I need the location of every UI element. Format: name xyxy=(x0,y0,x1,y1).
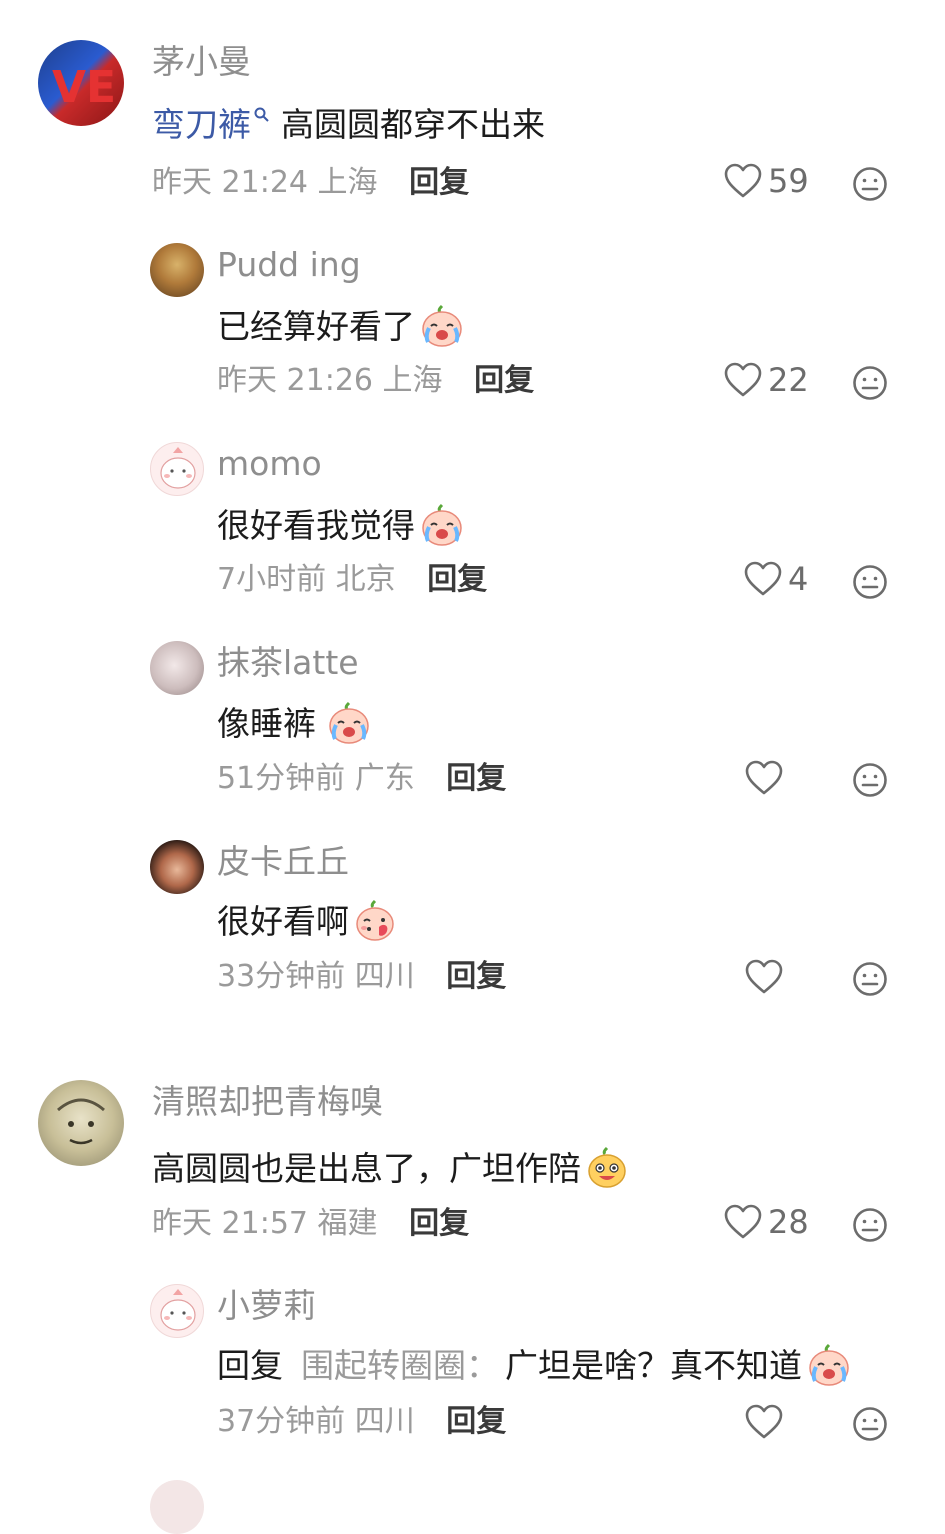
avatar[interactable] xyxy=(150,840,204,894)
reply-username[interactable]: Pudd ing xyxy=(217,248,361,281)
reply-button[interactable]: 回复 xyxy=(409,165,469,200)
crying-face-emoji xyxy=(809,1343,849,1386)
reply-text: 很好看啊 xyxy=(217,899,397,943)
blushing-face-emoji xyxy=(356,899,394,941)
crying-face-emoji xyxy=(422,304,462,347)
heart-outline-icon xyxy=(745,959,783,994)
reply-text: 回复 围起转圈圈： 广坦是啥？真不知道 xyxy=(217,1343,852,1387)
reply-time: 33分钟前 xyxy=(217,959,346,994)
heart-outline-icon xyxy=(724,163,762,198)
heart-outline-icon xyxy=(745,1404,783,1439)
avatar[interactable] xyxy=(150,442,204,496)
heart-outline-icon xyxy=(724,1204,762,1239)
reply-to-username[interactable]: 围起转圈圈： xyxy=(301,1349,499,1382)
crying-face-emoji xyxy=(329,701,369,744)
avatar[interactable]: VE xyxy=(38,40,124,126)
reply-meta: 37分钟前 四川 回复 xyxy=(217,1407,506,1437)
reply-location: 四川 xyxy=(354,1404,415,1439)
reply-body: 已经算好看了 xyxy=(217,306,415,346)
heart-outline-icon xyxy=(724,362,762,397)
reply-time: 51分钟前 xyxy=(217,761,346,796)
comment-text: 弯刀裤 高圆圆都穿不出来 xyxy=(152,106,545,142)
search-icon[interactable] xyxy=(253,106,271,124)
comment-username[interactable]: 清照却把青梅嗅 xyxy=(152,1085,383,1118)
comment-thread: VE 茅小曼 弯刀裤 高圆圆都穿不出来 昨天 21:24 上海 回复 59 Pu… xyxy=(0,0,945,1060)
reply-button[interactable]: 回复 xyxy=(427,562,487,597)
comment-meta: 昨天 21:57 福建 回复 xyxy=(152,1209,469,1239)
reply-text: 很好看我觉得 xyxy=(217,503,465,547)
reply-location: 北京 xyxy=(335,562,396,597)
meh-face-icon[interactable] xyxy=(852,166,888,202)
reply-meta: 昨天 21:26 上海 回复 xyxy=(217,366,534,396)
svg-text:VE: VE xyxy=(52,62,116,113)
comment-text: 高圆圆也是出息了，广坦作陪 xyxy=(152,1146,629,1190)
reply-body: 广坦是啥？真不知道 xyxy=(505,1345,802,1385)
heart-outline-icon xyxy=(744,561,782,596)
reply-time: 昨天 21:26 xyxy=(217,363,373,398)
like-count: 28 xyxy=(768,1203,809,1241)
meh-face-icon[interactable] xyxy=(852,564,888,600)
reply-username[interactable]: 抹茶latte xyxy=(217,646,359,679)
like-count: 22 xyxy=(768,361,809,399)
reply-username[interactable]: momo xyxy=(217,447,322,480)
reply-button[interactable]: 回复 xyxy=(409,1206,469,1241)
reply-location: 广东 xyxy=(354,761,415,796)
like-button[interactable]: 22 xyxy=(724,362,809,398)
crying-face-emoji xyxy=(422,503,462,546)
reply-body: 很好看我觉得 xyxy=(217,505,415,545)
avatar[interactable] xyxy=(150,641,204,695)
reply-location: 上海 xyxy=(382,363,443,398)
avatar[interactable] xyxy=(150,1284,204,1338)
meh-face-icon[interactable] xyxy=(852,1207,888,1243)
avatar[interactable] xyxy=(38,1080,124,1166)
comment-username[interactable]: 茅小曼 xyxy=(152,45,251,78)
avatar[interactable] xyxy=(150,243,204,297)
reply-meta: 33分钟前 四川 回复 xyxy=(217,962,506,992)
meh-face-icon[interactable] xyxy=(852,961,888,997)
like-button[interactable] xyxy=(745,760,783,796)
reply-body: 像睡裤 xyxy=(217,703,316,743)
comment-time: 昨天 21:24 xyxy=(152,165,308,200)
like-count: 59 xyxy=(768,162,809,200)
like-count: 4 xyxy=(788,560,809,598)
comment-location: 福建 xyxy=(317,1206,378,1241)
reply-text: 已经算好看了 xyxy=(217,304,465,348)
comment-location: 上海 xyxy=(317,165,378,200)
reply-meta: 7小时前 北京 回复 xyxy=(217,565,487,595)
reply-button[interactable]: 回复 xyxy=(446,959,506,994)
meh-face-icon[interactable] xyxy=(852,365,888,401)
like-button[interactable]: 28 xyxy=(724,1204,809,1240)
reply-time: 37分钟前 xyxy=(217,1404,346,1439)
reply-text: 像睡裤 xyxy=(217,701,372,745)
reply-username[interactable]: 小萝莉 xyxy=(217,1289,316,1322)
keyword-link[interactable]: 弯刀裤 xyxy=(152,108,251,141)
reply-button[interactable]: 回复 xyxy=(446,1404,506,1439)
like-button[interactable] xyxy=(745,1404,783,1440)
heart-outline-icon xyxy=(745,760,783,795)
comment-body: 高圆圆都穿不出来 xyxy=(281,104,545,144)
grinning-face-emoji xyxy=(588,1146,626,1188)
reply-button[interactable]: 回复 xyxy=(446,761,506,796)
reply-meta: 51分钟前 广东 回复 xyxy=(217,764,506,794)
reply-prefix: 回复 xyxy=(217,1345,283,1385)
reply-username[interactable]: 皮卡丘丘 xyxy=(217,845,349,878)
reply-body: 很好看啊 xyxy=(217,901,349,941)
comment-body: 高圆圆也是出息了，广坦作陪 xyxy=(152,1148,581,1188)
comment-time: 昨天 21:57 xyxy=(152,1206,308,1241)
reply-location: 四川 xyxy=(354,959,415,994)
reply-button[interactable]: 回复 xyxy=(474,363,534,398)
comment-thread: 清照却把青梅嗅 高圆圆也是出息了，广坦作陪 昨天 21:57 福建 回复 28 … xyxy=(0,1060,945,1534)
meh-face-icon[interactable] xyxy=(852,762,888,798)
like-button[interactable] xyxy=(745,959,783,995)
avatar[interactable] xyxy=(150,1480,204,1534)
comment-meta: 昨天 21:24 上海 回复 xyxy=(152,168,469,198)
reply-time: 7小时前 xyxy=(217,562,327,597)
like-button[interactable]: 4 xyxy=(744,561,808,597)
meh-face-icon[interactable] xyxy=(852,1406,888,1442)
like-button[interactable]: 59 xyxy=(724,163,809,199)
